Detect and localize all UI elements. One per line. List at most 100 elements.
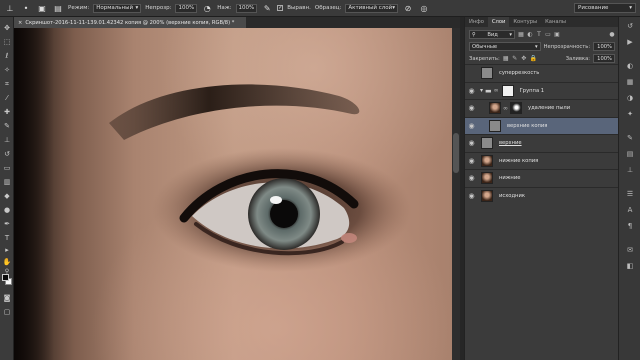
lock-image-icon[interactable]: ✎ (512, 55, 518, 62)
foreground-color-swatch[interactable] (2, 274, 9, 281)
actions-panel-icon[interactable]: ▶ (625, 37, 635, 47)
tab-channels[interactable]: Каналы (541, 17, 570, 27)
group-expand-chevron-icon[interactable]: ▾ (480, 87, 483, 94)
styles-panel-icon[interactable]: ✦ (625, 109, 635, 119)
layer-row[interactable]: ◉ нижние (465, 169, 619, 187)
history-brush-tool-icon[interactable]: ↺ (2, 149, 12, 159)
brush-tool-icon[interactable]: ✎ (2, 121, 12, 131)
close-icon[interactable]: × (18, 20, 22, 26)
clone-stamp-tool-icon[interactable]: ⊥ (4, 2, 16, 14)
navigator-panel-icon[interactable]: ◧ (625, 261, 635, 271)
visibility-eye-icon[interactable]: ● (465, 69, 478, 77)
fill-input[interactable]: 100% (593, 54, 615, 63)
brush-panel-icon[interactable]: ✎ (625, 133, 635, 143)
opacity-label: Непрозр: (145, 5, 172, 11)
pen-tool-icon[interactable]: ✒ (2, 219, 12, 229)
sample-label: Образец: (314, 5, 342, 11)
clone-stamp-tool-icon[interactable]: ⊥ (2, 135, 12, 145)
quick-mask-icon[interactable]: ◙ (2, 293, 12, 303)
layer-name: суперрезкость (499, 70, 540, 77)
pressure-size-icon[interactable]: ◎ (418, 2, 430, 14)
search-icon: ⚲ (472, 31, 476, 38)
lock-transparent-icon[interactable]: ▦ (503, 55, 509, 62)
pressure-label: Наж: (217, 5, 232, 11)
dodge-tool-icon[interactable]: ● (2, 205, 12, 215)
swatches-panel-icon[interactable]: ▦ (625, 77, 635, 87)
path-selection-tool-icon[interactable]: ▸ (2, 245, 12, 255)
marquee-tool-icon[interactable]: ⬚ (2, 37, 12, 47)
align-checkbox[interactable]: ✓ (277, 5, 284, 11)
eraser-tool-icon[interactable]: ▭ (2, 163, 12, 173)
filter-adjustment-icon[interactable]: ◐ (527, 31, 533, 38)
layer-row[interactable]: ● суперрезкость (465, 64, 619, 82)
layer-name: нижние копия (499, 157, 539, 164)
document-canvas[interactable] (14, 28, 460, 360)
fill-label: Заливка: (565, 55, 590, 62)
filter-shape-icon[interactable]: ▭ (545, 31, 551, 38)
layer-mask-thumbnail[interactable] (510, 102, 522, 115)
brush-preset-icon[interactable]: • (20, 2, 32, 14)
opacity-input[interactable]: 100% (175, 3, 198, 13)
blend-mode-select[interactable]: Обычные ▾ (469, 42, 541, 51)
sample-select[interactable]: Активный слой ▾ (345, 3, 398, 13)
hand-tool-icon[interactable]: ✋ (2, 257, 12, 267)
visibility-eye-icon[interactable]: ◉ (465, 104, 478, 112)
mode-select[interactable]: Нормальный ▾ (93, 3, 142, 13)
ignore-adjustment-icon[interactable]: ⊘ (402, 2, 414, 14)
tab-layers[interactable]: Слои (487, 17, 510, 27)
layer-row[interactable]: ◉ ▾ ▬ ∞ Группа 1 (465, 81, 619, 99)
layer-row[interactable]: ◉ верхние (465, 134, 619, 152)
photoshop-window: ⊥ • ▣ ▤ Режим: Нормальный ▾ Непрозр: 100%… (0, 0, 640, 360)
move-tool-icon[interactable]: ✥ (2, 23, 12, 33)
visibility-eye-icon[interactable]: ◉ (465, 157, 478, 165)
crop-tool-icon[interactable]: ⌗ (2, 79, 12, 89)
filter-toggle-icon[interactable]: ● (609, 31, 615, 38)
document-tab[interactable]: × Скриншот-2016-11-11-139.01.42342 копия… (14, 17, 246, 28)
type-tool-icon[interactable]: T (2, 233, 12, 243)
tools-panel: ✥ ⬚ ℓ ✧ ⌗ ⁄ ✚ ✎ ⊥ ↺ ▭ ▥ ◆ ● ✒ T ▸ ✋ ⚲ ◙ … (0, 17, 14, 360)
quick-selection-tool-icon[interactable]: ✧ (2, 65, 12, 75)
layer-opacity-input[interactable]: 100% (593, 42, 615, 51)
clone-source-icon[interactable]: ⊥ (625, 165, 635, 175)
workspace-select[interactable]: Рисование ▾ (574, 3, 636, 13)
filter-pixel-icon[interactable]: ▦ (518, 31, 524, 38)
color-panel-icon[interactable]: ◐ (625, 61, 635, 71)
airbrush-icon[interactable]: ✎ (261, 2, 273, 14)
lock-all-icon[interactable]: 🔒 (530, 55, 537, 62)
screen-mode-icon[interactable]: ▢ (2, 307, 12, 317)
layer-row[interactable]: ◉ нижние копия (465, 151, 619, 169)
lasso-tool-icon[interactable]: ℓ (2, 51, 12, 61)
character-panel-icon[interactable]: A (625, 205, 635, 215)
paragraph-panel-icon[interactable]: ¶ (625, 221, 635, 231)
adjustments-panel-icon[interactable]: ◑ (625, 93, 635, 103)
history-panel-icon[interactable]: ↺ (625, 21, 635, 31)
brush-presets-icon[interactable]: ▤ (625, 149, 635, 159)
properties-panel-icon[interactable]: ☰ (625, 189, 635, 199)
blur-tool-icon[interactable]: ◆ (2, 191, 12, 201)
workspace-select-value: Рисование (578, 5, 609, 11)
healing-brush-tool-icon[interactable]: ✚ (2, 107, 12, 117)
filter-smart-object-icon[interactable]: ▣ (554, 31, 560, 38)
brush-panel-icon[interactable]: ▤ (52, 2, 64, 14)
visibility-eye-icon[interactable]: ◉ (465, 192, 478, 200)
tab-info[interactable]: Инфо (465, 17, 488, 27)
pressure-opacity-icon[interactable]: ◔ (201, 2, 213, 14)
gradient-tool-icon[interactable]: ▥ (2, 177, 12, 187)
lock-position-icon[interactable]: ✥ (521, 55, 527, 62)
scrollbar-thumb[interactable] (453, 133, 459, 173)
layer-row[interactable]: ◉ ∞ удаление пыли (465, 99, 619, 117)
pressure-input[interactable]: 100% (235, 3, 258, 13)
visibility-eye-icon[interactable]: ◉ (465, 87, 478, 95)
layer-row[interactable]: ◉ исходник (465, 186, 619, 204)
notes-panel-icon[interactable]: ✉ (625, 245, 635, 255)
visibility-eye-icon[interactable]: ◉ (465, 139, 478, 147)
clone-source-panel-icon[interactable]: ▣ (36, 2, 48, 14)
visibility-eye-icon[interactable]: ◉ (465, 174, 478, 182)
canvas-vertical-scrollbar[interactable] (452, 28, 460, 360)
filter-type-icon[interactable]: T (536, 31, 542, 38)
tab-paths[interactable]: Контуры (509, 17, 541, 27)
visibility-eye-icon[interactable]: ◉ (465, 122, 478, 130)
layer-row-selected[interactable]: ◉ верхние копия (465, 116, 619, 134)
eyedropper-tool-icon[interactable]: ⁄ (2, 93, 12, 103)
kind-filter-select[interactable]: ⚲ Вид ▾ (469, 30, 515, 39)
